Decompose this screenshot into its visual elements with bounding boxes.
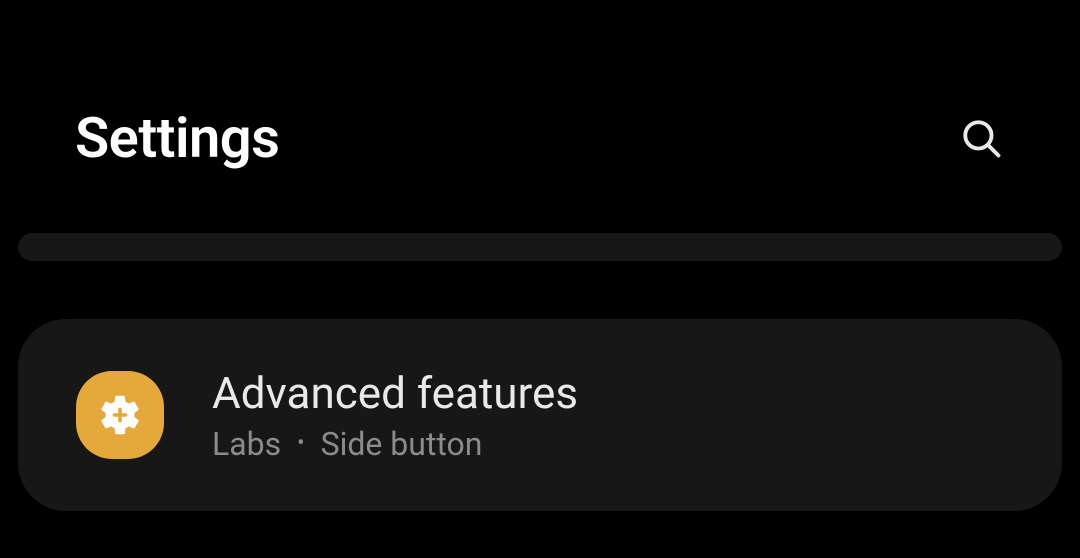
settings-item-subtitle: Labs • Side button [212, 425, 578, 463]
section-divider [18, 233, 1062, 261]
subtitle-part: Labs [212, 425, 281, 463]
subtitle-part: Side button [321, 425, 483, 463]
search-button[interactable] [957, 114, 1005, 162]
gear-plus-icon [96, 391, 144, 439]
dot-separator: • [297, 433, 304, 455]
page-title: Settings [75, 105, 279, 171]
settings-item-text: Advanced features Labs • Side button [212, 367, 578, 463]
search-icon [960, 117, 1002, 159]
settings-header: Settings [0, 0, 1080, 171]
settings-item-advanced-features[interactable]: Advanced features Labs • Side button [18, 319, 1062, 511]
advanced-features-icon-wrap [76, 371, 164, 459]
settings-item-title: Advanced features [212, 367, 578, 419]
